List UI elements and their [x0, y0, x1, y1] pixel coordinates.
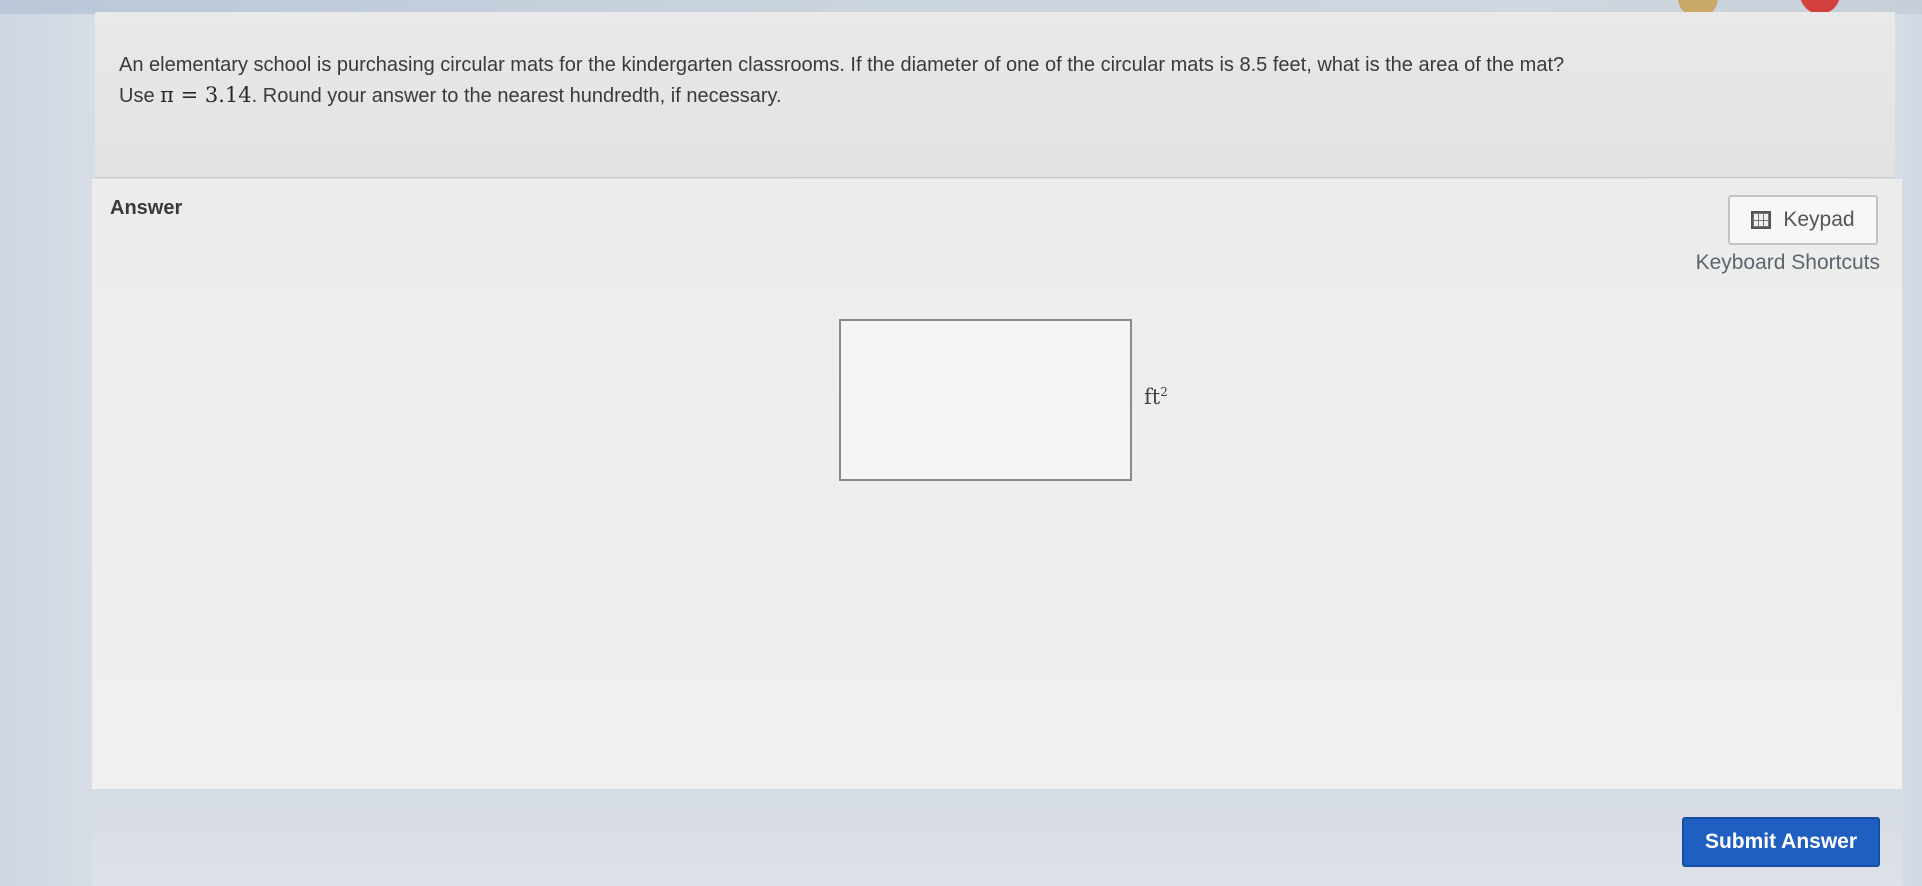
answer-input[interactable]	[839, 319, 1132, 481]
calculator-icon	[1751, 211, 1772, 229]
pi-expression: π = 3.14	[160, 83, 252, 107]
question-line-1: An elementary school is purchasing circu…	[119, 54, 1565, 76]
keypad-button[interactable]: Keypad	[1728, 195, 1878, 245]
keypad-label: Keypad	[1783, 208, 1855, 231]
question-text: An elementary school is purchasing circu…	[119, 50, 1879, 111]
question-panel: An elementary school is purchasing circu…	[95, 12, 1895, 178]
unit-exponent: 2	[1160, 385, 1168, 399]
answer-label: Answer	[110, 197, 183, 219]
question-line-2-prefix: Use	[119, 85, 161, 107]
unit-base: ft	[1144, 385, 1161, 409]
unit-label: ft2	[1144, 385, 1168, 409]
keyboard-shortcuts-link[interactable]: Keyboard Shortcuts	[1680, 251, 1880, 275]
question-line-2-suffix: . Round your answer to the nearest hundr…	[251, 85, 782, 107]
footer-bar: Submit Answer	[92, 789, 1902, 886]
submit-answer-button[interactable]: Submit Answer	[1682, 817, 1880, 867]
answer-panel: Answer Keypad Keyboard Shortcuts ft2	[92, 179, 1902, 789]
